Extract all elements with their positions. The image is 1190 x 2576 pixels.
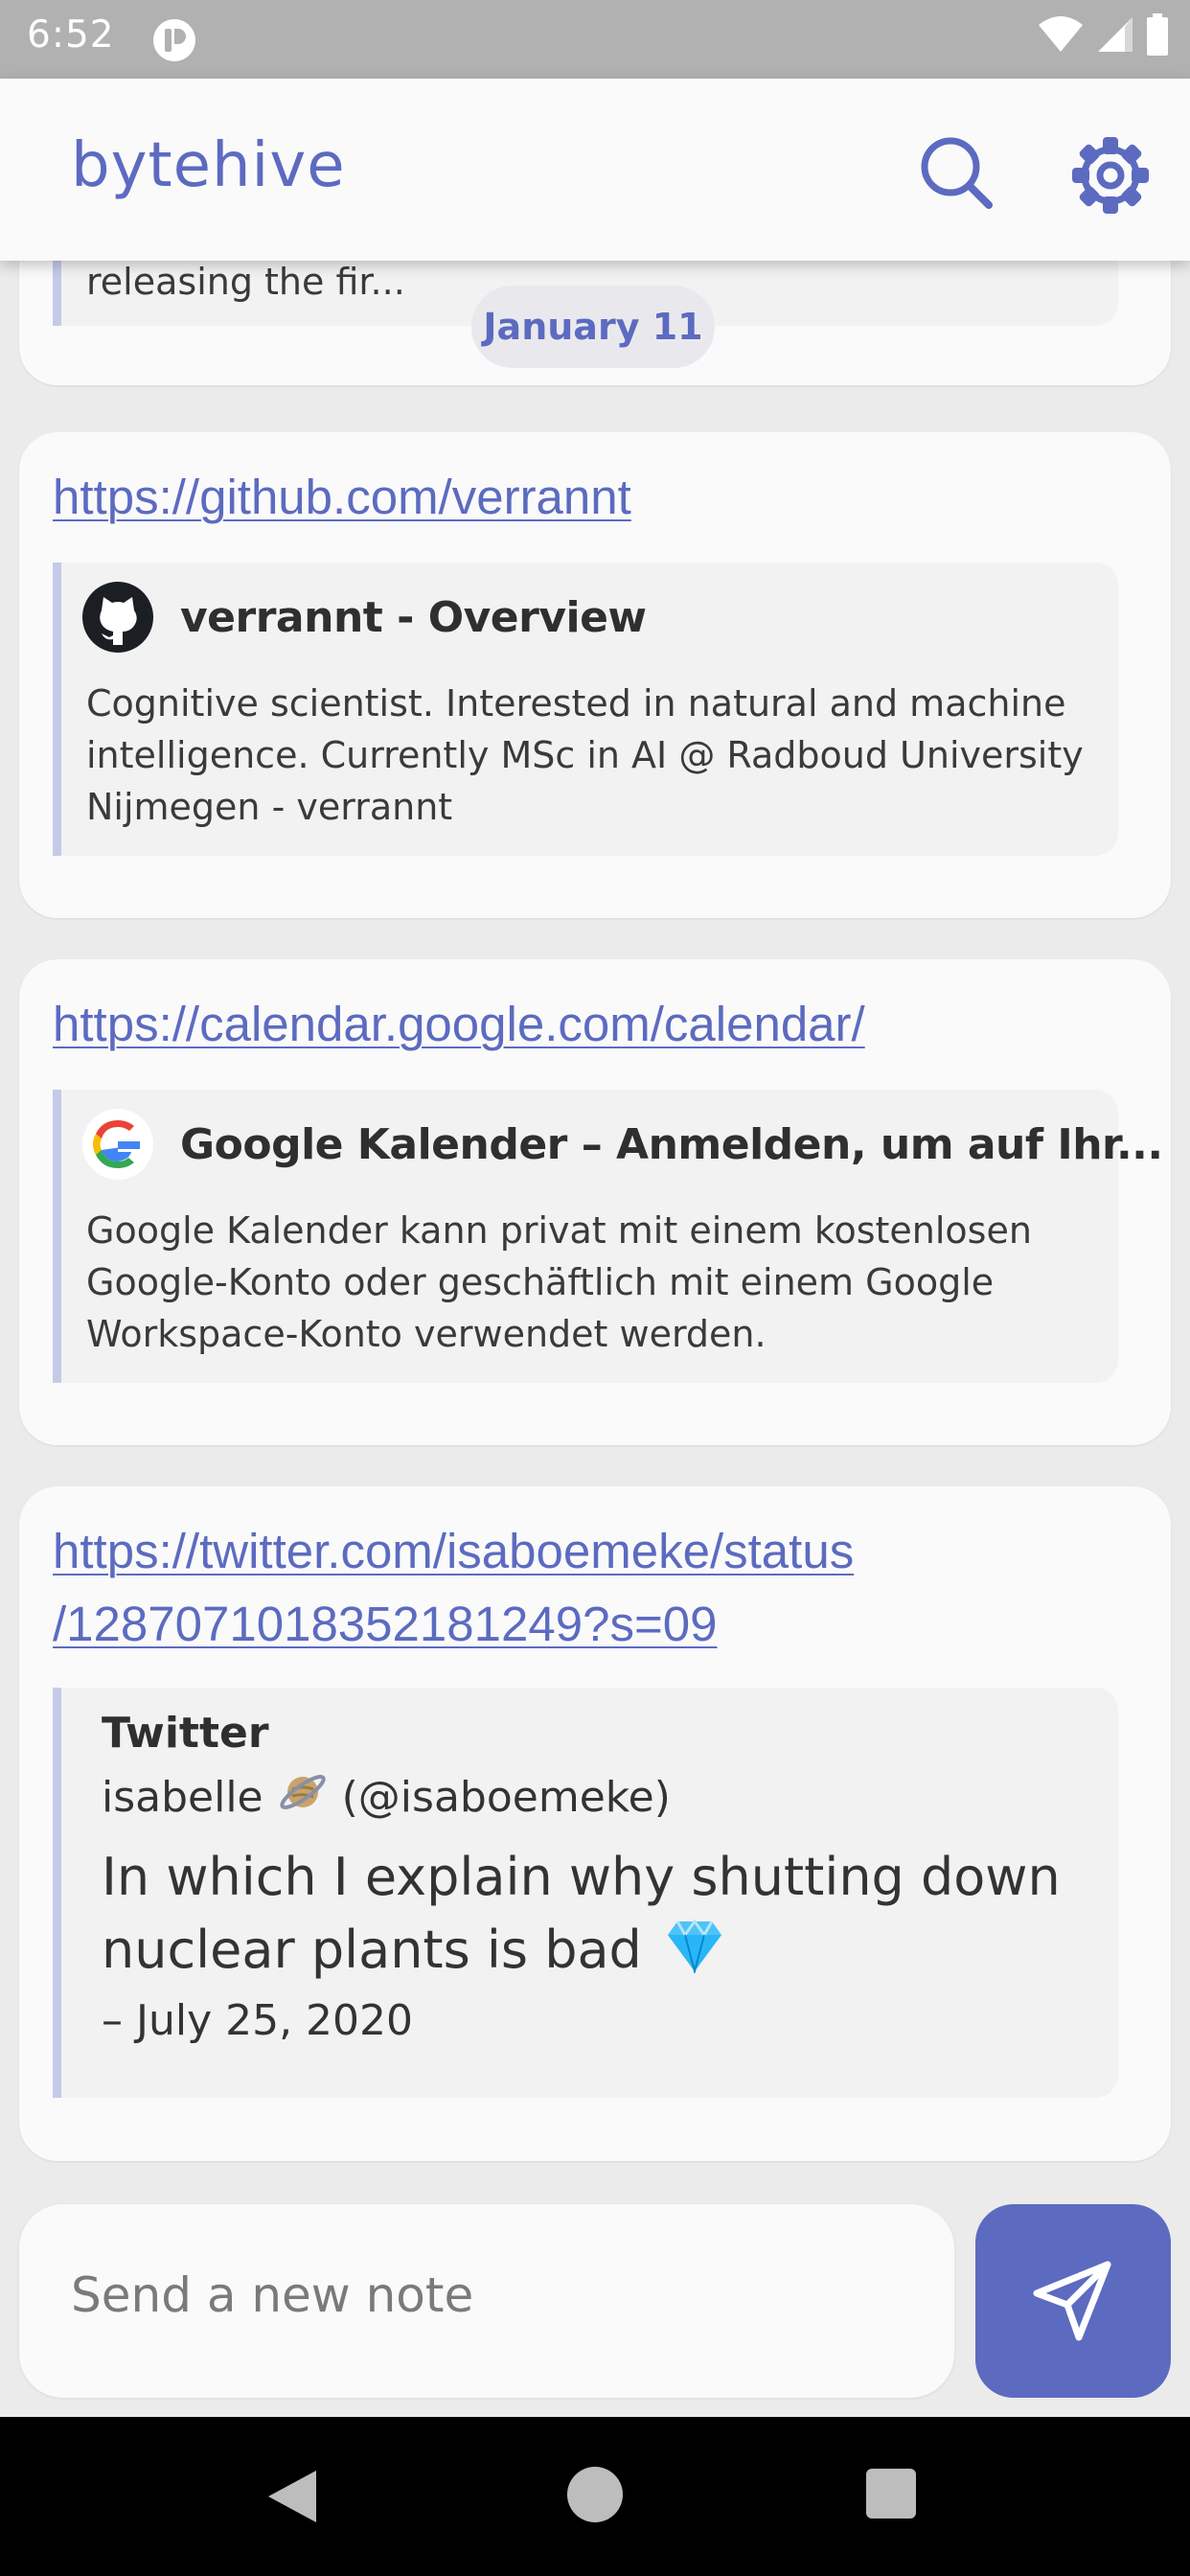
- link-preview[interactable]: verrannt - Overview Cognitive scientist.…: [53, 563, 1118, 856]
- search-icon: [921, 137, 993, 209]
- cell-signal-icon: [1096, 15, 1134, 58]
- battery-icon: [1146, 13, 1169, 59]
- note-link-line: https://twitter.com/isaboemeke/status: [53, 1524, 855, 1578]
- link-preview[interactable]: Google Kalender – Anmelden, um auf Ihr..…: [53, 1090, 1163, 1383]
- link-preview[interactable]: Twitter isabelle (@isaboemeke) In which …: [53, 1688, 1118, 2098]
- status-bar: 6:52: [0, 0, 1190, 79]
- wifi-icon: [1037, 15, 1085, 58]
- tweet-author-name: isabelle: [102, 1773, 263, 1822]
- search-button[interactable]: [918, 134, 995, 211]
- recents-square-icon[interactable]: [866, 2469, 916, 2518]
- preview-title: verrannt - Overview: [180, 592, 647, 642]
- note-card[interactable]: https://twitter.com/isaboemeke/status /1…: [19, 1486, 1171, 2161]
- app-bar: bytehive: [0, 79, 1190, 261]
- notes-feed[interactable]: releasing the fir... January 11 https://…: [0, 261, 1190, 2415]
- preview-title: Google Kalender – Anmelden, um auf Ihr..…: [180, 1119, 1163, 1169]
- send-button[interactable]: [975, 2204, 1171, 2398]
- tweet-body-text: In which I explain why shutting down nuc…: [102, 1847, 1061, 1980]
- system-nav-bar: [0, 2417, 1190, 2576]
- preview-description: Cognitive scientist. Interested in natur…: [86, 682, 1084, 828]
- note-link[interactable]: https://calendar.google.com/calendar/: [53, 988, 865, 1061]
- settings-button[interactable]: [1069, 134, 1152, 217]
- planet-emoji-icon: [277, 1766, 329, 1828]
- tweet-body: In which I explain why shutting down nuc…: [102, 1841, 1088, 1992]
- note-card[interactable]: https://github.com/verrannt verrannt - O…: [19, 432, 1171, 918]
- notification-app-icon: [151, 17, 197, 67]
- new-note-input[interactable]: [71, 2267, 914, 2323]
- preview-title: Twitter: [102, 1709, 269, 1758]
- tweet-date: – July 25, 2020: [102, 1996, 414, 2045]
- github-icon: [82, 582, 153, 653]
- send-icon: [1033, 2261, 1111, 2341]
- gear-icon: [1072, 137, 1149, 214]
- tweet-author-handle: (@isaboemeke): [341, 1773, 671, 1822]
- home-circle-icon[interactable]: [567, 2467, 623, 2522]
- note-link[interactable]: https://twitter.com/isaboemeke/status /1…: [53, 1515, 854, 1661]
- date-chip: January 11: [471, 286, 715, 368]
- preview-description: Google Kalender kann privat mit einem ko…: [86, 1209, 1032, 1355]
- note-card[interactable]: https://calendar.google.com/calendar/ Go…: [19, 959, 1171, 1445]
- app-title: bytehive: [71, 130, 346, 201]
- status-time: 6:52: [27, 13, 115, 57]
- tweet-author: isabelle (@isaboemeke): [102, 1766, 671, 1828]
- preview-description: releasing the fir...: [86, 261, 405, 303]
- gem-emoji-icon: [666, 1918, 723, 1992]
- note-link-line: /1287071018352181249?s=09: [53, 1597, 718, 1651]
- back-triangle-icon[interactable]: [266, 2469, 318, 2528]
- note-composer: [19, 2204, 954, 2398]
- note-link[interactable]: https://github.com/verrannt: [53, 461, 631, 534]
- google-icon: [82, 1109, 153, 1180]
